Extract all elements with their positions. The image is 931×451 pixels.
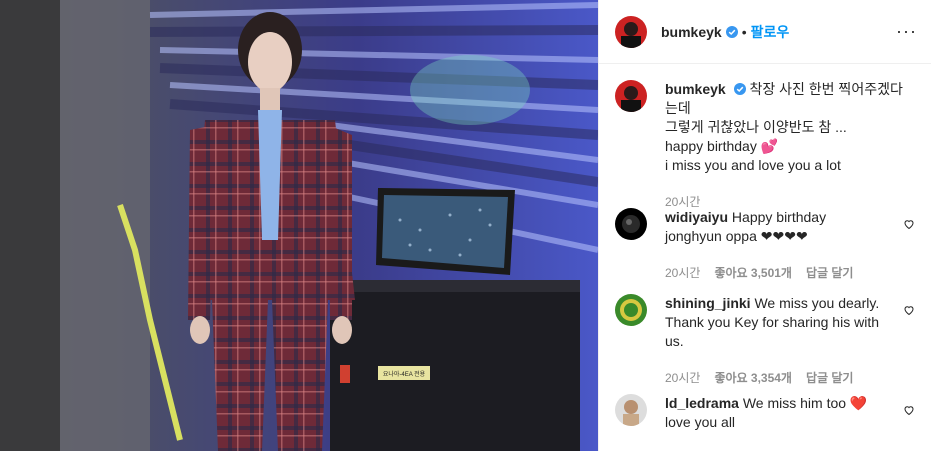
caption-username[interactable]: bumkeyk <box>665 81 726 97</box>
comment-item: ld_ledrama We miss him too ❤️ love you a… <box>615 394 915 432</box>
comment-text: shining_jinki We miss you dearly. Thank … <box>665 294 905 388</box>
caption-line-3: happy birthday 💕 <box>665 138 779 154</box>
post-side-panel: bumkeyk • 팔로우 ··· bumkeyk 착장 사진 한번 찍어주겠다… <box>598 0 931 451</box>
author-avatar[interactable] <box>615 15 647 48</box>
comment-likes[interactable]: 좋아요 3,354개 <box>714 369 792 388</box>
more-options-icon[interactable]: ··· <box>896 21 917 42</box>
comment-username[interactable]: ld_ledrama <box>665 395 739 411</box>
comment-likes[interactable]: 좋아요 3,501개 <box>714 264 792 283</box>
verified-badge-icon <box>733 83 746 95</box>
heart-icon[interactable] <box>903 218 915 230</box>
reply-button[interactable]: 답글 달기 <box>806 369 854 388</box>
post-header: bumkeyk • 팔로우 ··· <box>599 0 931 64</box>
comment-line-3: us. <box>665 333 684 349</box>
comment-meta: 20시간 좋아요 3,354개 답글 달기 <box>665 369 905 388</box>
heart-icon[interactable] <box>903 304 915 316</box>
comment-username[interactable]: widiyaiyu <box>665 209 728 225</box>
caption-line-2: 그렇게 귀찮았나 이양반도 참 ... <box>665 119 847 135</box>
comment-line-1: We miss him too ❤️ <box>742 395 868 411</box>
verified-badge-icon <box>725 25 738 38</box>
author-username[interactable]: bumkeyk <box>661 24 722 40</box>
caption-line-4: i miss you and love you a lot <box>665 157 841 173</box>
caption-avatar[interactable] <box>615 80 647 112</box>
heart-icon[interactable] <box>903 404 915 416</box>
post-photo[interactable]: 요나아-4EA 전용 <box>0 0 598 451</box>
comment-meta: 20시간 좋아요 3,501개 답글 달기 <box>665 264 905 283</box>
comment-line-1: We miss you dearly. <box>754 295 880 311</box>
comment-time[interactable]: 20시간 <box>665 264 700 283</box>
separator-dot: • <box>741 23 747 40</box>
comment-line-2: jonghyun oppa ❤❤❤❤ <box>665 228 808 244</box>
comment-text: ld_ledrama We miss him too ❤️ love you a… <box>665 394 905 432</box>
commenter-avatar[interactable] <box>615 394 647 426</box>
case-label: 요나아-4EA 전용 <box>383 370 426 378</box>
comment-username[interactable]: shining_jinki <box>665 295 751 311</box>
post-image: 요나아-4EA 전용 <box>0 0 598 451</box>
comment-line-2: love you all <box>665 414 736 430</box>
comment-item: shining_jinki We miss you dearly. Thank … <box>615 294 915 394</box>
comment-line-1: Happy birthday <box>731 209 827 225</box>
comments-list: bumkeyk 착장 사진 한번 찍어주겠다는데 그렇게 귀찮았나 이양반도 참… <box>599 64 931 432</box>
follow-button[interactable]: 팔로우 <box>751 22 790 42</box>
comment-time[interactable]: 20시간 <box>665 369 700 388</box>
comment-item: widiyaiyu Happy birthday jonghyun oppa ❤… <box>615 208 915 294</box>
caption: bumkeyk 착장 사진 한번 찍어주겠다는데 그렇게 귀찮았나 이양반도 참… <box>615 80 915 209</box>
comment-text: widiyaiyu Happy birthday jonghyun oppa ❤… <box>665 208 905 283</box>
commenter-avatar[interactable] <box>615 294 647 326</box>
caption-text: bumkeyk 착장 사진 한번 찍어주겠다는데 그렇게 귀찮았나 이양반도 참… <box>665 80 905 212</box>
reply-button[interactable]: 답글 달기 <box>806 264 854 283</box>
commenter-avatar[interactable] <box>615 208 647 240</box>
comment-line-2: Thank you Key for sharing his with <box>665 314 879 330</box>
